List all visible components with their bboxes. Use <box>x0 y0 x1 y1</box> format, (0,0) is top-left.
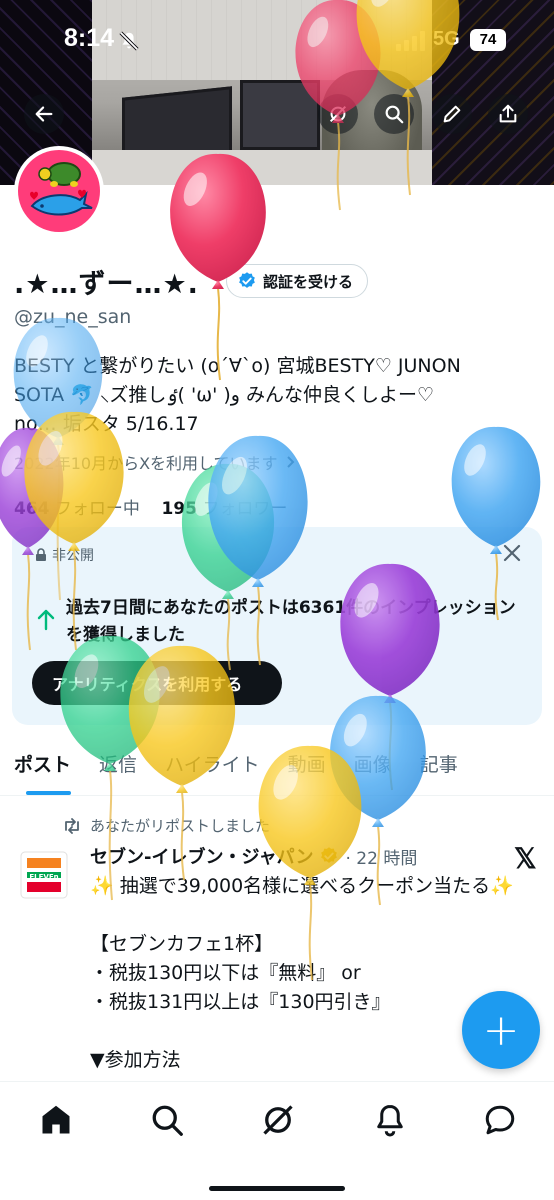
repost-label: あなたがリポストしました <box>90 817 271 835</box>
get-verified-button[interactable]: 認証を受ける <box>226 264 369 298</box>
followers-label: フォロワー <box>202 499 288 519</box>
status-time: 8:14 <box>64 24 115 52</box>
profile-avatar[interactable] <box>14 146 104 236</box>
network-type: 5G <box>433 28 460 50</box>
tab-images[interactable]: 画像 <box>340 740 406 795</box>
post-author-name[interactable]: セブン‐イレブン・ジャパン <box>90 843 313 869</box>
insight-card: 非公開 過去7日間にあなたのポストは6361件のインプレッションを獲得しました … <box>12 527 542 725</box>
tab-videos[interactable]: 動画 <box>274 740 340 795</box>
seven-eleven-logo: ELEVEn <box>20 851 68 899</box>
analytics-button[interactable]: アナリティクスを利用する <box>32 661 282 705</box>
avatar-image <box>18 150 100 232</box>
tab-replies[interactable]: 返信 <box>85 740 151 795</box>
edit-icon <box>443 105 461 123</box>
display-name: .★…ずー…★. <box>14 269 199 300</box>
follow-stats: 464 フォロー中 195 フォロワー <box>14 494 287 519</box>
post-author-avatar[interactable]: ELEVEn <box>14 845 74 905</box>
post-header: セブン‐イレブン・ジャパン · 22 時間 <box>90 843 417 869</box>
home-icon[interactable] <box>38 1102 74 1138</box>
grok-nav-icon[interactable] <box>260 1102 296 1138</box>
impressions-message: 過去7日間にあなたのポストは6361件のインプレッションを獲得しました <box>66 598 516 645</box>
bio-line: BESTY と繋がりたい (o´∀`o) 宮城BESTY♡ JUNON <box>14 355 461 377</box>
lock-icon <box>36 548 46 561</box>
gold-verified-icon <box>321 847 338 863</box>
status-bar: 8:14 5G 74 <box>0 0 554 88</box>
bio-line: SOTA 🐬 ⸜ズ推しٶ( 'ω' )ﻭ みんな仲良くしよー♡ <box>14 384 435 406</box>
x-logo-icon[interactable]: 𝕏 <box>514 842 537 875</box>
share-button[interactable] <box>488 94 528 134</box>
notifications-icon[interactable] <box>372 1102 408 1138</box>
chevron-right-icon <box>286 456 294 468</box>
search-nav-icon[interactable] <box>149 1102 185 1138</box>
back-arrow-icon <box>35 106 53 122</box>
trend-up-icon <box>37 609 55 631</box>
tab-highlights[interactable]: ハイライト <box>151 740 274 795</box>
repost-icon <box>65 817 79 834</box>
tab-articles[interactable]: 記事 <box>406 740 472 795</box>
bottom-navigation <box>0 1081 554 1200</box>
joined-date-text: 2022年10月からXを利用しています <box>14 454 278 473</box>
tab-posts[interactable]: ポスト <box>0 740 85 795</box>
edit-button[interactable] <box>432 94 472 134</box>
joined-date[interactable]: 2022年10月からXを利用しています <box>14 450 298 474</box>
repost-indicator: あなたがリポストしました <box>62 815 270 836</box>
grok-button[interactable] <box>318 94 358 134</box>
private-label-text: 非公開 <box>52 548 94 564</box>
followers-link[interactable]: 195 フォロワー <box>162 499 288 519</box>
messages-icon[interactable] <box>482 1102 518 1138</box>
close-icon[interactable] <box>502 543 522 563</box>
search-icon <box>385 105 404 124</box>
profile-bio: BESTY と繋がりたい (o´∀`o) 宮城BESTY♡ JUNON SOTA… <box>14 352 534 439</box>
profile-tabs: ポスト 返信 ハイライト 動画 画像 記事 <box>0 740 554 796</box>
balloon-shine <box>464 444 486 476</box>
home-indicator <box>209 1186 345 1191</box>
bio-line: no… 垢スタ 5/16.17 <box>14 413 199 435</box>
compose-post-button[interactable]: + <box>462 991 540 1069</box>
following-link[interactable]: 464 フォロー中 <box>14 499 140 519</box>
followers-count: 195 <box>161 499 198 519</box>
silent-mode-icon <box>119 31 139 51</box>
back-button[interactable] <box>24 94 64 134</box>
post-time: · 22 時間 <box>345 848 418 869</box>
svg-text:ELEVEn: ELEVEn <box>29 873 58 881</box>
balloon-knot <box>212 280 224 289</box>
signal-icon <box>396 31 425 51</box>
battery-level: 74 <box>470 29 506 51</box>
verified-badge-icon <box>239 272 255 288</box>
grok-icon <box>329 105 347 123</box>
share-icon <box>499 104 517 123</box>
search-button[interactable] <box>374 94 414 134</box>
get-verified-label: 認証を受ける <box>263 272 354 291</box>
following-label: フォロー中 <box>54 499 140 519</box>
user-handle: @zu_ne_san <box>14 306 132 328</box>
avatar-artwork <box>30 162 93 216</box>
private-label: 非公開 <box>34 545 94 565</box>
following-count: 464 <box>14 499 50 519</box>
balloon-knot <box>372 818 384 827</box>
